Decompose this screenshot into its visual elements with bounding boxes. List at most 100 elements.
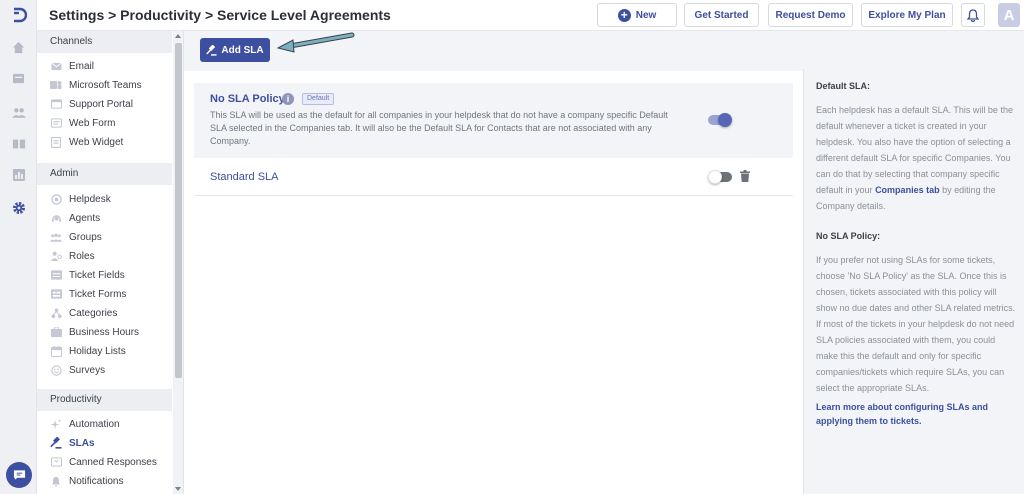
default-badge: Default (302, 93, 335, 105)
logo-icon[interactable] (0, 0, 37, 30)
sidebar-scroll-thumb[interactable] (175, 43, 182, 378)
add-sla-button[interactable]: Add SLA (200, 38, 270, 62)
sidebar-item-surveys[interactable]: Surveys (50, 362, 105, 378)
scroll-down-icon[interactable] (175, 487, 181, 491)
new-button-label: New (635, 9, 657, 21)
scroll-up-icon[interactable] (175, 34, 181, 38)
sla-policy-row[interactable]: Standard SLA (194, 158, 793, 196)
business-hours-icon (50, 326, 62, 338)
sparkle-icon (50, 418, 62, 430)
sidebar-item-label: Business Hours (69, 326, 140, 338)
sidebar-item-helpdesk[interactable]: Helpdesk (50, 191, 111, 207)
trash-icon[interactable] (740, 170, 750, 182)
default-sla-heading: Default SLA: (816, 81, 870, 91)
sidebar-item-notifications[interactable]: Notifications (50, 473, 123, 489)
default-sla-text: Each helpdesk has a default SLA. This wi… (816, 102, 1016, 214)
smiley-icon (50, 364, 62, 376)
sla-enabled-toggle[interactable] (708, 170, 732, 184)
ticket-forms-icon (50, 288, 62, 300)
sidebar-item-business-hours[interactable]: Business Hours (50, 324, 139, 340)
web-widget-icon (50, 136, 62, 148)
portal-icon (50, 98, 62, 110)
add-sla-label: Add SLA (221, 44, 264, 56)
sla-policy-row-default[interactable]: No SLA Policy i Default This SLA will be… (194, 83, 793, 158)
sidebar-item-automation[interactable]: Automation (50, 416, 120, 432)
avatar[interactable]: A (998, 3, 1020, 27)
sla-enabled-toggle[interactable] (708, 113, 732, 127)
learn-more-link[interactable]: Learn more about configuring SLAs and ap… (816, 400, 1016, 428)
sidebar-item-label: Web Form (69, 117, 116, 129)
notifications-button[interactable] (961, 3, 985, 27)
info-panel-top (803, 31, 1024, 69)
sidebar-item-groups[interactable]: Groups (50, 229, 102, 245)
helpdesk-icon (50, 193, 62, 205)
knowledge-base-icon[interactable] (0, 134, 37, 154)
roles-icon (50, 250, 62, 262)
sidebar-item-label: Groups (69, 231, 102, 243)
sidebar-item-label: Web Widget (69, 136, 124, 148)
sidebar-item-label: Helpdesk (69, 193, 111, 205)
reports-icon[interactable] (0, 165, 37, 185)
icon-rail (0, 0, 37, 494)
sla-info-panel: Default SLA: Each helpdesk has a default… (803, 69, 1024, 494)
sidebar-item-roles[interactable]: Roles (50, 248, 95, 264)
gavel-icon (206, 44, 217, 56)
explore-my-plan-button[interactable]: Explore My Plan (861, 3, 953, 27)
sidebar-item-email[interactable]: Email (50, 58, 94, 74)
no-sla-policy-heading: No SLA Policy: (816, 231, 881, 241)
breadcrumb: Settings > Productivity > Service Level … (49, 7, 391, 23)
home-icon[interactable] (0, 37, 37, 57)
sidebar-item-label: Categories (69, 307, 118, 319)
contacts-icon[interactable] (0, 102, 37, 122)
sidebar-item-label: Canned Responses (69, 456, 157, 468)
sla-main-panel: Add SLA No SLA Policy i Default This SLA… (184, 31, 803, 494)
sla-policy-name[interactable]: Standard SLA (210, 171, 279, 183)
default-sla-text-part: Each helpdesk has a default SLA. This wi… (816, 105, 1013, 195)
sidebar-item-label: Email (69, 60, 95, 72)
canned-response-icon (50, 456, 62, 468)
sidebar-item-slas[interactable]: SLAs (50, 435, 95, 451)
sidebar-item-agents[interactable]: Agents (50, 210, 100, 226)
settings-icon[interactable] (0, 198, 37, 218)
sidebar-item-web-form[interactable]: Web Form (50, 115, 116, 131)
sidebar-item-label: Agents (69, 212, 101, 224)
ticket-fields-icon (50, 269, 62, 281)
sidebar-item-ticket-fields[interactable]: Ticket Fields (50, 267, 125, 283)
sidebar-item-label: Automation (69, 418, 120, 430)
chat-icon[interactable] (6, 462, 32, 488)
companies-tab-link[interactable]: Companies tab (875, 185, 940, 195)
sidebar-item-holiday-lists[interactable]: Holiday Lists (50, 343, 126, 359)
gavel-icon (50, 437, 62, 449)
sla-policy-description: This SLA will be used as the default for… (210, 110, 668, 146)
sidebar-item-support-portal[interactable]: Support Portal (50, 96, 133, 112)
no-sla-policy-text: If you prefer not using SLAs for some ti… (816, 255, 1016, 393)
new-button[interactable]: + New (597, 3, 677, 27)
categories-icon (50, 307, 62, 319)
get-started-button[interactable]: Get Started (684, 3, 759, 27)
sla-policy-name[interactable]: No SLA Policy (210, 93, 285, 105)
sidebar-item-label: Roles (69, 250, 95, 262)
bell-icon (967, 8, 979, 22)
sidebar-item-ticket-forms[interactable]: Ticket Forms (50, 286, 126, 302)
request-demo-button[interactable]: Request Demo (768, 3, 853, 27)
sidebar-section-productivity: Productivity (37, 389, 172, 411)
callout-arrow-icon (276, 32, 355, 53)
top-header: Settings > Productivity > Service Level … (37, 0, 1024, 31)
teams-icon (50, 79, 62, 91)
tickets-icon[interactable] (0, 68, 37, 88)
sidebar-item-canned-responses[interactable]: Canned Responses (50, 454, 157, 470)
sidebar-item-web-widget[interactable]: Web Widget (50, 134, 123, 150)
sidebar-item-label: Notifications (69, 475, 124, 487)
sidebar-item-label: Microsoft Teams (69, 79, 142, 91)
agents-icon (50, 212, 62, 224)
info-icon[interactable]: i (282, 93, 294, 105)
web-form-icon (50, 117, 62, 129)
sidebar-item-label: Ticket Forms (69, 288, 127, 300)
sidebar-item-label: Ticket Fields (69, 269, 125, 281)
sidebar-section-channels: Channels (37, 31, 172, 53)
sidebar-item-label: Support Portal (69, 98, 133, 110)
sidebar-item-microsoft-teams[interactable]: Microsoft Teams (50, 77, 142, 93)
sidebar-item-categories[interactable]: Categories (50, 305, 117, 321)
settings-sidebar: Channels Email Microsoft Teams Support P… (37, 31, 184, 494)
sidebar-section-admin: Admin (37, 163, 172, 185)
